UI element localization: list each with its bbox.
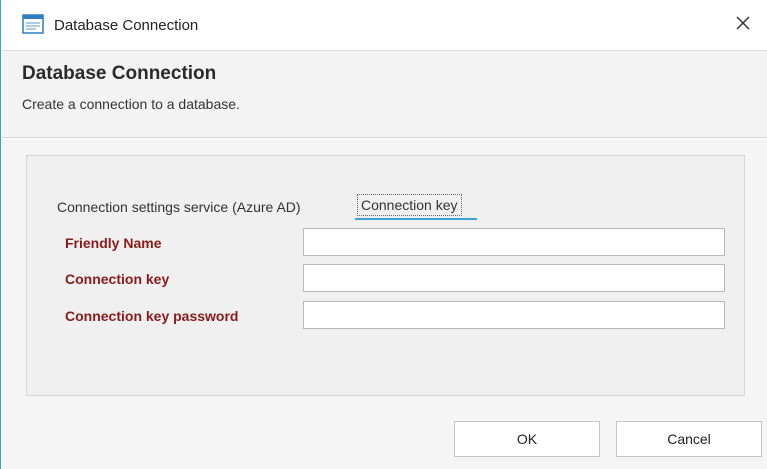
- active-tab-indicator: [355, 218, 477, 220]
- connection-key-password-input[interactable]: [303, 301, 725, 329]
- close-icon: [735, 15, 751, 36]
- connection-key-password-label: Connection key password: [65, 308, 239, 324]
- connection-panel: Connection settings service (Azure AD) C…: [26, 155, 745, 396]
- tab-connection-settings-service[interactable]: Connection settings service (Azure AD): [57, 199, 301, 215]
- friendly-name-input[interactable]: [303, 228, 725, 256]
- tab-connection-key[interactable]: Connection key: [357, 194, 462, 216]
- content-area: Connection settings service (Azure AD) C…: [2, 139, 767, 407]
- friendly-name-label: Friendly Name: [65, 235, 162, 251]
- cancel-button[interactable]: Cancel: [616, 421, 762, 457]
- title-bar: Database Connection: [1, 0, 767, 50]
- connection-key-label: Connection key: [65, 271, 170, 287]
- close-button[interactable]: [726, 9, 760, 41]
- dialog-window: Database Connection Database Connection …: [0, 0, 767, 469]
- page-title: Database Connection: [22, 63, 217, 84]
- dialog-window-icon: [22, 14, 44, 34]
- dialog-footer: OK Cancel: [2, 407, 767, 469]
- ok-button[interactable]: OK: [454, 421, 600, 457]
- connection-key-input[interactable]: [303, 264, 725, 292]
- page-subtitle: Create a connection to a database.: [22, 96, 240, 112]
- dialog-header: Database Connection Create a connection …: [2, 50, 767, 138]
- window-title: Database Connection: [54, 17, 199, 34]
